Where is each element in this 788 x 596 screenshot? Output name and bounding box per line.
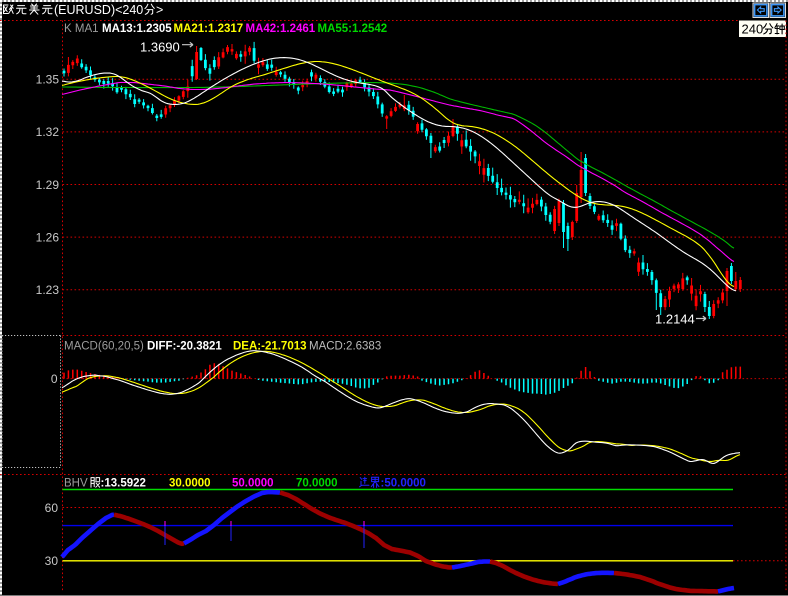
- svg-text:240: 240: [742, 22, 764, 37]
- svg-text:1.3690: 1.3690: [140, 40, 180, 55]
- svg-text::13.5922: :13.5922: [101, 478, 146, 490]
- svg-text:1.32: 1.32: [36, 125, 60, 139]
- svg-text:>: >: [156, 3, 163, 17]
- svg-text:MA55:1.2542: MA55:1.2542: [318, 23, 388, 35]
- svg-text:70.0000: 70.0000: [296, 478, 338, 490]
- svg-text:1.35: 1.35: [36, 73, 60, 87]
- svg-text:K MA1: K MA1: [64, 23, 99, 35]
- svg-text:MA42:1.2461: MA42:1.2461: [246, 23, 316, 35]
- svg-text:BHV: BHV: [64, 478, 88, 490]
- svg-text:MA13:1.2305: MA13:1.2305: [102, 23, 172, 35]
- svg-text:MA21:1.2317: MA21:1.2317: [174, 23, 244, 35]
- svg-text:MACD:2.6383: MACD:2.6383: [309, 341, 381, 353]
- svg-text:60: 60: [45, 501, 59, 515]
- svg-text:50.0000: 50.0000: [232, 478, 274, 490]
- svg-text:1.26: 1.26: [36, 230, 60, 244]
- svg-text:30: 30: [45, 554, 59, 568]
- svg-text:1.23: 1.23: [36, 283, 60, 297]
- svg-text:DIFF:-20.3821: DIFF:-20.3821: [147, 341, 222, 353]
- svg-text::50.0000: :50.0000: [381, 478, 426, 490]
- svg-text:DEA:-21.7013: DEA:-21.7013: [233, 341, 307, 353]
- svg-text:30.0000: 30.0000: [169, 478, 211, 490]
- svg-text:0: 0: [51, 372, 58, 386]
- svg-text:(EURUSD)<240: (EURUSD)<240: [54, 3, 143, 17]
- svg-text:MACD(60,20,5): MACD(60,20,5): [64, 341, 144, 353]
- svg-text:1.29: 1.29: [36, 178, 60, 192]
